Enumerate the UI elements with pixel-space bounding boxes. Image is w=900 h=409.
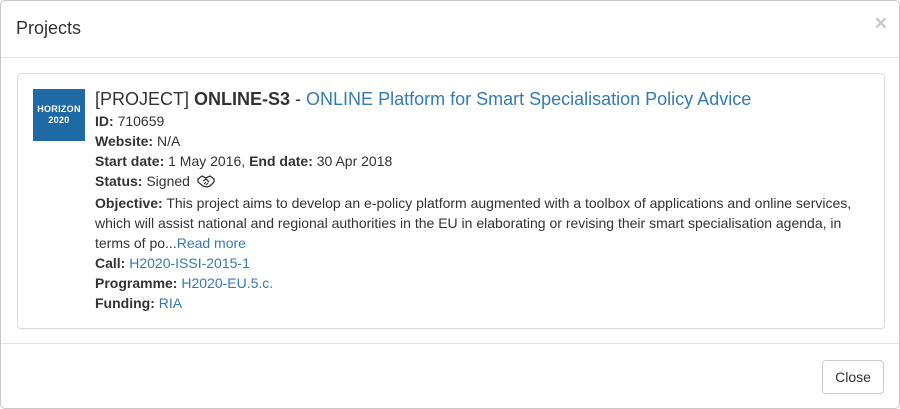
- programme-link[interactable]: H2020-EU.5.c.: [181, 275, 273, 291]
- status-row: Status: Signed: [95, 171, 875, 193]
- status-value: Signed: [146, 173, 190, 189]
- funding-row: Funding: RIA: [95, 293, 875, 313]
- heading-separator: -: [290, 89, 307, 109]
- handshake-icon: [197, 173, 215, 193]
- objective-row: Objective: This project aims to develop …: [95, 193, 875, 253]
- project-title-link[interactable]: ONLINE Platform for Smart Specialisation…: [306, 89, 751, 109]
- start-date-label: Start date:: [95, 153, 165, 169]
- close-icon[interactable]: ×: [875, 13, 887, 34]
- start-date-value: 1 May 2016: [168, 153, 242, 169]
- logo-line2: 2020: [48, 115, 70, 125]
- project-prefix: [PROJECT]: [95, 89, 190, 109]
- id-value: 710659: [117, 113, 165, 129]
- funding-label: Funding:: [95, 295, 155, 311]
- projects-modal: Projects × HORIZON 2020 [PROJECT] ONLINE…: [0, 0, 900, 409]
- website-value: N/A: [156, 133, 181, 149]
- modal-header: Projects ×: [1, 1, 899, 58]
- project-details: [PROJECT] ONLINE-S3 - ONLINE Platform fo…: [95, 87, 875, 313]
- call-label: Call:: [95, 255, 126, 271]
- date-comma: ,: [241, 153, 246, 169]
- logo-line1: HORIZON: [37, 104, 81, 114]
- close-button[interactable]: Close: [822, 360, 884, 394]
- project-card: HORIZON 2020 [PROJECT] ONLINE-S3 - ONLIN…: [17, 73, 885, 329]
- dates-row: Start date: 1 May 2016, End date: 30 Apr…: [95, 151, 875, 171]
- end-date-value: 30 Apr 2018: [316, 153, 393, 169]
- project-heading: [PROJECT] ONLINE-S3 - ONLINE Platform fo…: [95, 87, 875, 111]
- programme-label: Programme:: [95, 275, 178, 291]
- modal-title: Projects: [16, 18, 82, 38]
- project-acronym: ONLINE-S3: [194, 89, 291, 109]
- funding-link[interactable]: RIA: [159, 295, 182, 311]
- call-link[interactable]: H2020-ISSI-2015-1: [129, 255, 250, 271]
- objective-label: Objective:: [95, 195, 163, 211]
- modal-footer: Close: [1, 343, 899, 409]
- website-row: Website: N/A: [95, 131, 875, 151]
- id-label: ID:: [95, 113, 114, 129]
- call-row: Call: H2020-ISSI-2015-1: [95, 253, 875, 273]
- programme-row: Programme: H2020-EU.5.c.: [95, 273, 875, 293]
- status-label: Status:: [95, 173, 143, 189]
- website-label: Website:: [95, 133, 154, 149]
- horizon-2020-logo: HORIZON 2020: [33, 89, 85, 141]
- project-id-row: ID: 710659: [95, 111, 875, 131]
- read-more-link[interactable]: Read more: [177, 235, 246, 251]
- end-date-label: End date:: [249, 153, 313, 169]
